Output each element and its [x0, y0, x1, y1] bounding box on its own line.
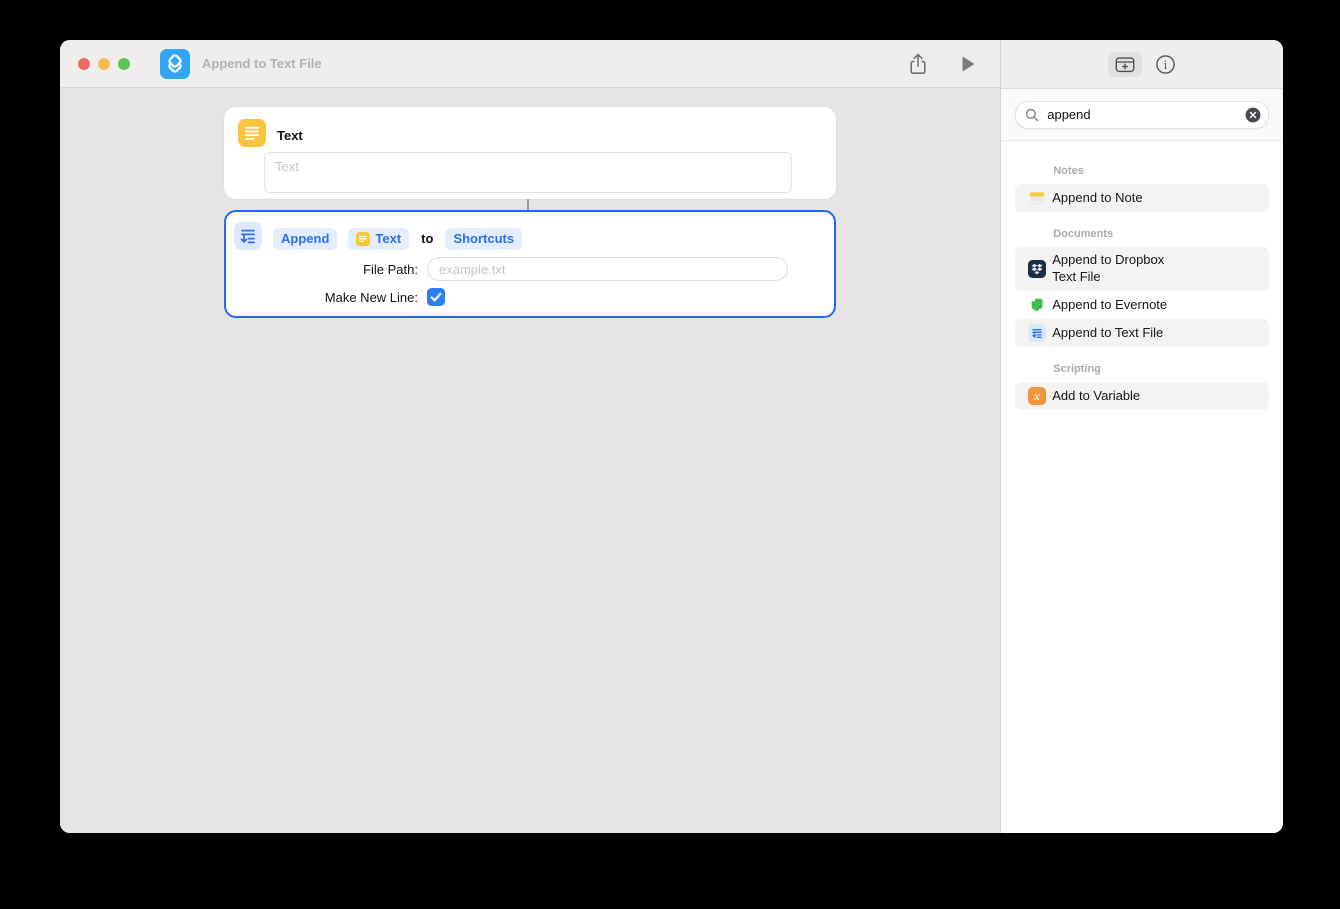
shortcuts-window: Append to Text File — [60, 40, 1283, 833]
make-new-line-checkbox[interactable] — [427, 288, 445, 306]
result-append-to-dropbox-text-file[interactable]: Append to Dropbox Text File — [1015, 247, 1269, 291]
add-variable-icon: x — [1028, 387, 1046, 405]
minimize-button[interactable] — [98, 58, 110, 70]
make-new-line-label: Make New Line: — [226, 290, 418, 305]
search-field[interactable] — [1015, 101, 1269, 129]
run-play-button[interactable] — [960, 55, 976, 73]
result-label: Append to Text File — [1052, 325, 1163, 342]
search-results-list: Notes Append to Note Documents — [1001, 141, 1283, 833]
result-label: Append to Note — [1052, 190, 1142, 207]
editor-column: Append to Text File — [60, 40, 1001, 833]
append-verb-token[interactable]: Append — [273, 228, 337, 250]
result-label: Append to Evernote — [1052, 297, 1167, 314]
result-add-to-variable[interactable]: x Add to Variable — [1015, 382, 1269, 410]
sidebar-toolbar: i — [1001, 40, 1283, 89]
section-title: Notes — [1015, 165, 1269, 177]
section-scripting: Scripting x Add to Variable — [1015, 363, 1269, 410]
share-button[interactable] — [908, 52, 928, 76]
svg-text:x: x — [1033, 391, 1040, 403]
file-path-label: File Path: — [226, 262, 418, 277]
result-append-to-evernote[interactable]: Append to Evernote — [1015, 291, 1269, 319]
sidebar-search-area — [1001, 89, 1283, 141]
section-title: Documents — [1015, 228, 1269, 240]
file-path-input[interactable] — [427, 257, 788, 281]
text-action-card[interactable]: Text — [224, 107, 836, 199]
append-text-file-icon — [1028, 324, 1046, 342]
titlebar: Append to Text File — [60, 40, 1000, 88]
action-sidebar: i — [1001, 40, 1283, 833]
connector-word: to — [421, 231, 433, 246]
section-title: Scripting — [1015, 363, 1269, 375]
window-title: Append to Text File — [202, 56, 322, 71]
append-action-card[interactable]: Append Text to — [224, 210, 836, 318]
result-label: Append to Dropbox Text File — [1052, 252, 1164, 286]
result-label: Add to Variable — [1052, 388, 1140, 405]
text-action-input[interactable] — [264, 152, 792, 193]
result-append-to-text-file[interactable]: Append to Text File — [1015, 319, 1269, 347]
shortcuts-target-token[interactable]: Shortcuts — [445, 228, 522, 250]
zoom-button[interactable] — [118, 58, 130, 70]
text-action-title: Text — [277, 128, 303, 143]
action-connector-line — [527, 199, 529, 210]
svg-text:i: i — [1164, 58, 1168, 72]
dropbox-icon — [1028, 260, 1046, 278]
text-token-icon — [356, 232, 370, 246]
section-documents: Documents Append to Dropbox Text File — [1015, 228, 1269, 347]
workflow-canvas: Text — [60, 88, 1000, 833]
append-text-file-icon — [234, 222, 262, 255]
shortcuts-app-icon — [160, 49, 190, 79]
evernote-icon — [1028, 296, 1046, 314]
search-input[interactable] — [1045, 106, 1245, 123]
action-library-icon[interactable] — [1108, 52, 1142, 77]
search-icon — [1025, 108, 1039, 122]
section-notes: Notes Append to Note — [1015, 165, 1269, 212]
close-button[interactable] — [78, 58, 90, 70]
text-variable-token[interactable]: Text — [348, 228, 409, 250]
info-icon[interactable]: i — [1155, 54, 1176, 75]
result-append-to-note[interactable]: Append to Note — [1015, 184, 1269, 212]
note-icon — [1028, 189, 1046, 207]
clear-icon[interactable] — [1245, 107, 1261, 123]
text-action-icon — [238, 119, 266, 152]
